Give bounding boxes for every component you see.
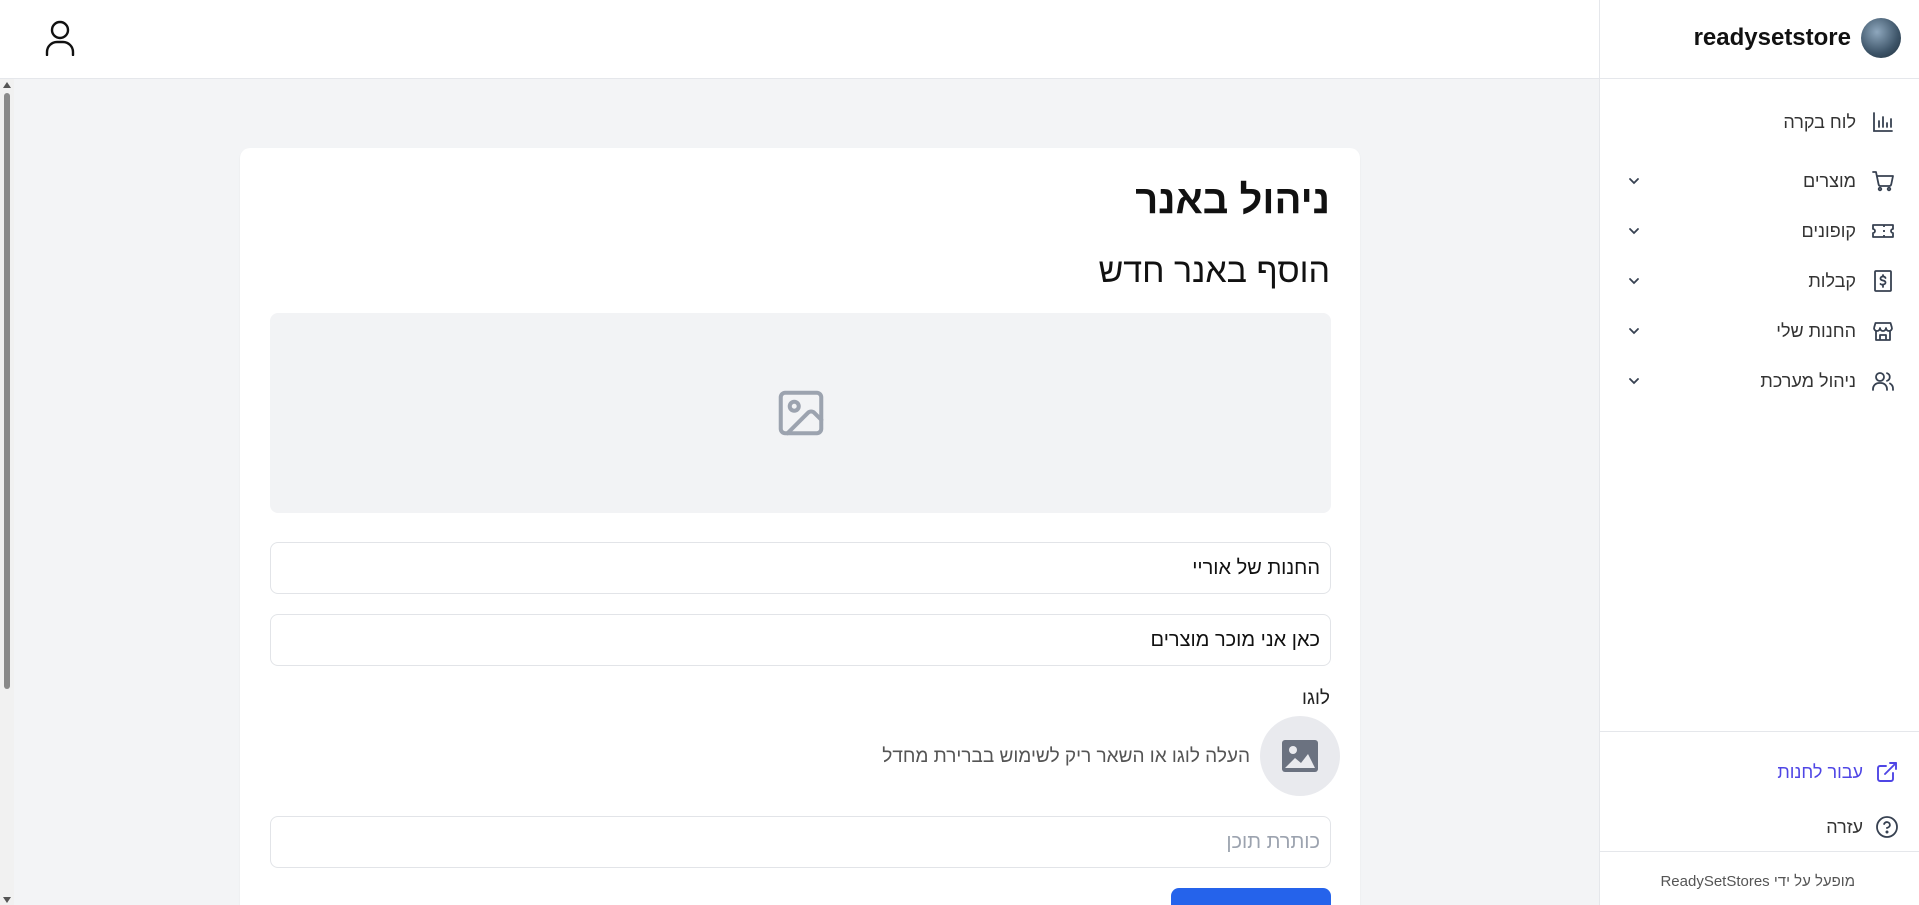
store-name-input[interactable] (270, 542, 1331, 594)
logo-upload-button[interactable] (1260, 716, 1340, 796)
sidebar: readysetstore לוח בקרה מוצרים קופונים קב… (1599, 0, 1919, 905)
image-icon (1282, 740, 1318, 772)
sidebar-item-label: קופונים (1801, 220, 1856, 241)
brand[interactable]: readysetstore (1694, 18, 1901, 58)
scroll-up-arrow[interactable] (3, 82, 11, 88)
users-icon (1869, 367, 1897, 395)
help-label: עזרה (1826, 816, 1863, 837)
receipt-icon (1869, 267, 1897, 295)
ticket-icon (1869, 217, 1897, 245)
sidebar-item-my-store[interactable]: החנות שלי (1599, 306, 1919, 356)
sidebar-item-label: קבלות (1808, 270, 1856, 291)
sidebar-item-system-admin[interactable]: ניהול מערכת (1599, 356, 1919, 406)
chevron-down-icon[interactable] (1626, 323, 1642, 339)
logo-hint: העלה לוגו או השאר ריק לשימוש בברירת מחדל (882, 746, 1250, 767)
help-link[interactable]: עזרה (1826, 815, 1899, 839)
sidebar-item-label: החנות שלי (1776, 320, 1856, 341)
top-header (0, 0, 1600, 79)
sidebar-item-dashboard[interactable]: לוח בקרה (1599, 100, 1919, 144)
chevron-down-icon[interactable] (1626, 373, 1642, 389)
store-avatar (1861, 18, 1901, 58)
store-icon (1869, 317, 1897, 345)
chevron-down-icon[interactable] (1626, 223, 1642, 239)
page-title: ניהול באנר (1135, 178, 1330, 222)
brand-name: readysetstore (1693, 24, 1851, 51)
divider (1600, 731, 1919, 732)
store-description-input[interactable] (270, 614, 1331, 666)
external-link-icon (1877, 762, 1897, 782)
chevron-down-icon[interactable] (1626, 173, 1642, 189)
powered-by-text: מופעל על ידי ReadySetStores (1660, 873, 1855, 890)
submit-button[interactable] (1171, 888, 1331, 905)
go-to-store-label: עבור לחנות (1777, 761, 1863, 782)
image-placeholder-icon (778, 390, 823, 436)
bar-chart-icon (1869, 108, 1897, 136)
chevron-down-icon[interactable] (1626, 273, 1642, 289)
divider (1600, 78, 1919, 79)
help-circle-icon (1876, 816, 1898, 838)
banner-management-card: ניהול באנר הוסף באנר חדש לוגו העלה לוגו … (240, 148, 1360, 905)
user-menu-button[interactable] (42, 18, 78, 58)
main-scrollbar[interactable] (0, 79, 14, 905)
go-to-store-link[interactable]: עבור לחנות (1777, 760, 1899, 784)
shopping-cart-icon (1869, 167, 1897, 195)
sidebar-item-label: ניהול מערכת (1760, 370, 1856, 391)
user-icon (45, 20, 75, 56)
scroll-down-arrow[interactable] (3, 897, 11, 903)
sidebar-item-label: לוח בקרה (1783, 111, 1856, 132)
sidebar-item-products[interactable]: מוצרים (1599, 156, 1919, 206)
sidebar-item-coupons[interactable]: קופונים (1599, 206, 1919, 256)
logo-label: לוגו (1302, 688, 1330, 709)
sidebar-item-receipts[interactable]: קבלות (1599, 256, 1919, 306)
content-title-input[interactable] (270, 816, 1331, 868)
section-title: הוסף באנר חדש (1098, 252, 1330, 290)
sidebar-item-label: מוצרים (1803, 170, 1856, 191)
scroll-thumb[interactable] (4, 93, 10, 689)
sidebar-nav: לוח בקרה מוצרים קופונים קבלות החנות שלי … (1599, 100, 1919, 406)
divider (1600, 851, 1919, 852)
banner-image-upload[interactable] (270, 313, 1331, 513)
